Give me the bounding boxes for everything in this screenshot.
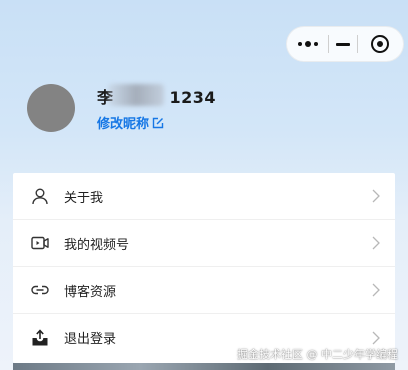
background-image-strip [13,363,395,370]
logout-tray-icon [30,328,50,348]
edit-icon [152,117,164,128]
chevron-right-icon [372,236,380,250]
edit-nickname-link[interactable]: 修改昵称 [97,113,164,132]
menu-item-video-channel[interactable]: 我的视频号 [13,220,395,267]
close-button[interactable] [358,27,403,61]
chevron-right-icon [372,189,380,203]
minimize-button[interactable] [329,27,357,61]
link-icon [30,280,50,300]
mini-program-capsule [286,26,404,62]
edit-nickname-label: 修改昵称 [97,117,150,132]
menu-item-label: 博客资源 [64,284,117,300]
video-channel-icon [30,233,50,253]
person-icon [30,186,50,206]
chevron-right-icon [372,283,380,297]
chevron-right-icon [372,331,380,345]
menu-item-label: 关于我 [64,190,104,206]
avatar[interactable] [27,84,75,132]
menu-item-label: 退出登录 [64,332,117,347]
menu-item-label: 我的视频号 [64,237,130,253]
menu-item-blog-resources[interactable]: 博客资源 [13,267,395,314]
watermark: 掘金技术社区 @ 中二少年学编程 [237,348,398,361]
menu-list: 关于我 我的视频号 博客资源 退出登录 [13,173,395,363]
close-target-icon [371,35,390,53]
more-dots-icon-right [313,42,318,46]
nickname-blur-mask [108,84,164,106]
more-dots-icon-center [304,41,311,47]
menu-item-about-me[interactable]: 关于我 [13,173,395,220]
more-dots-icon [297,42,302,46]
minimize-icon [336,42,351,46]
more-button[interactable] [287,27,328,61]
nickname-text: 1234 [169,88,217,107]
